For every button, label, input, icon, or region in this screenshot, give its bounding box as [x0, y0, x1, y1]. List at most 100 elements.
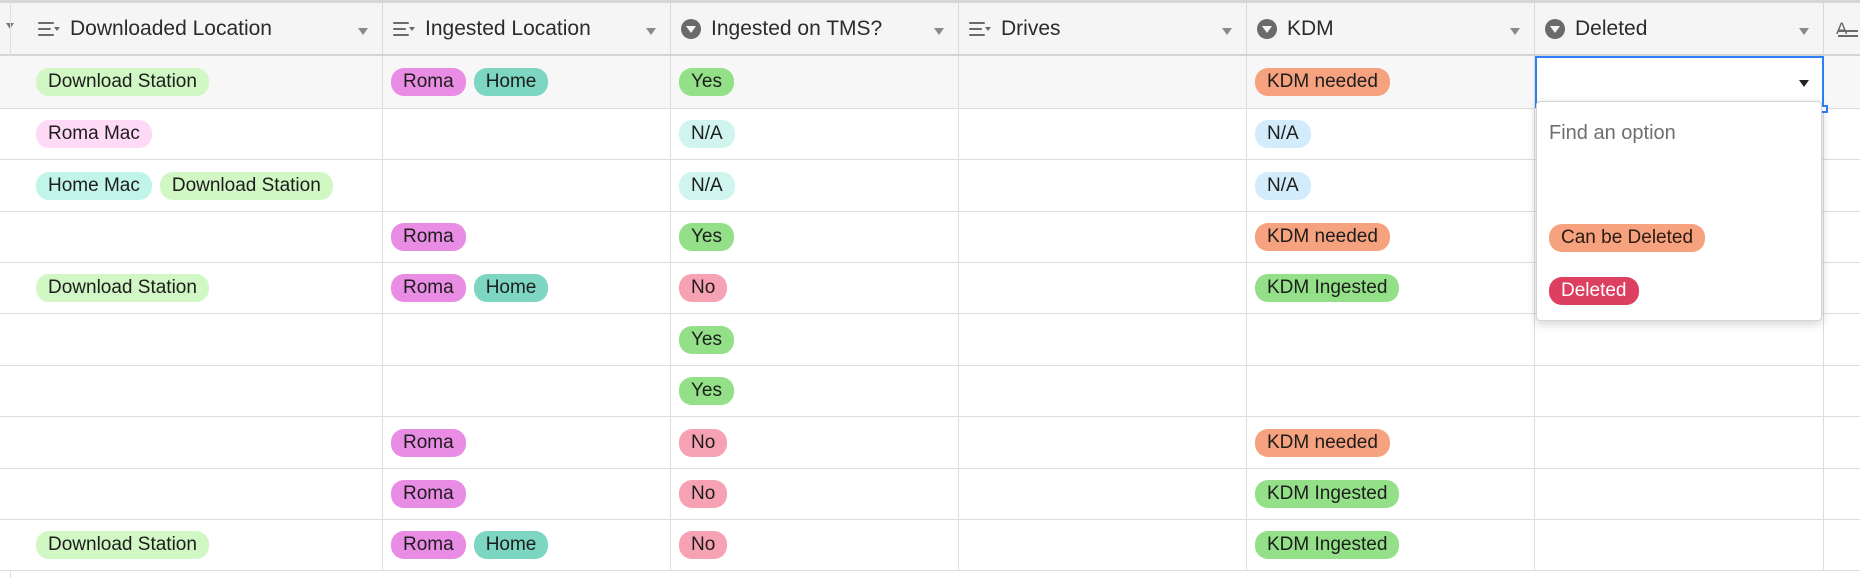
cell-ingested-location[interactable]: [383, 109, 671, 159]
cell-drives[interactable]: [959, 109, 1247, 159]
cell-kdm[interactable]: N/A: [1247, 160, 1535, 211]
option-deleted[interactable]: Deleted: [1549, 277, 1639, 305]
cell-next[interactable]: [1824, 263, 1860, 313]
option-chip: Roma: [391, 480, 466, 508]
cell-next[interactable]: [1824, 109, 1860, 159]
cell-drives[interactable]: [959, 263, 1247, 313]
table-row[interactable]: Yes: [0, 366, 1860, 417]
cell-deleted[interactable]: [1535, 469, 1824, 519]
cell-ingested-on-tms[interactable]: No: [671, 469, 959, 519]
cell-kdm[interactable]: KDM needed: [1247, 212, 1535, 262]
column-menu-caret-icon[interactable]: [1799, 28, 1809, 35]
dropdown-caret-icon[interactable]: [1799, 80, 1809, 87]
cell-downloaded-location[interactable]: Download Station: [28, 56, 383, 108]
table-row[interactable]: Roma No KDM Ingested: [0, 469, 1860, 520]
column-header-kdm[interactable]: KDM: [1247, 3, 1535, 54]
cell-deleted[interactable]: [1535, 314, 1824, 365]
option-can-be-deleted[interactable]: Can be Deleted: [1549, 224, 1706, 252]
multi-select-icon: [393, 19, 415, 39]
table-row[interactable]: Download Station Roma Home No KDM Ingested: [0, 520, 1860, 571]
column-menu-caret-icon[interactable]: [358, 28, 368, 35]
cell-downloaded-location[interactable]: [28, 366, 383, 416]
cell-deleted[interactable]: [1535, 417, 1824, 468]
cell-drives[interactable]: [959, 469, 1247, 519]
cell-downloaded-location[interactable]: [28, 417, 383, 468]
column-header-label: Downloaded Location: [70, 16, 272, 40]
cell-downloaded-location[interactable]: Download Station: [28, 263, 383, 313]
cell-ingested-on-tms[interactable]: N/A: [671, 109, 959, 159]
cell-next[interactable]: [1824, 212, 1860, 262]
cell-kdm[interactable]: KDM Ingested: [1247, 263, 1535, 313]
single-select-icon: [1257, 18, 1277, 39]
table-row[interactable]: Yes: [0, 314, 1860, 366]
column-header-drives[interactable]: Drives: [959, 3, 1247, 54]
option-chip: Download Station: [159, 171, 333, 200]
cell-downloaded-location[interactable]: [28, 212, 383, 262]
column-menu-caret-icon[interactable]: [1222, 28, 1232, 35]
cell-ingested-location[interactable]: Roma: [383, 469, 671, 519]
cell-next[interactable]: [1824, 56, 1860, 108]
cell-drives[interactable]: [959, 520, 1247, 570]
row-header-stub: [0, 3, 28, 54]
column-header-ingested-on-tms[interactable]: Ingested on TMS?: [671, 3, 959, 54]
cell-drives[interactable]: [959, 160, 1247, 211]
column-header-downloaded-location[interactable]: Downloaded Location: [28, 3, 383, 54]
cell-ingested-on-tms[interactable]: Yes: [671, 314, 959, 365]
cell-ingested-location[interactable]: Roma Home: [383, 56, 671, 108]
cell-kdm[interactable]: KDM needed: [1247, 56, 1535, 108]
cell-downloaded-location[interactable]: Download Station: [28, 520, 383, 570]
option-chip: KDM needed: [1255, 68, 1390, 96]
cell-downloaded-location[interactable]: [28, 469, 383, 519]
cell-ingested-on-tms[interactable]: No: [671, 417, 959, 468]
cell-kdm[interactable]: [1247, 366, 1535, 416]
cell-ingested-on-tms[interactable]: Yes: [671, 366, 959, 416]
cell-drives[interactable]: [959, 366, 1247, 416]
column-header-ingested-location[interactable]: Ingested Location: [383, 3, 671, 54]
cell-ingested-location[interactable]: Roma Home: [383, 263, 671, 313]
cell-drives[interactable]: [959, 417, 1247, 468]
cell-deleted[interactable]: [1535, 520, 1824, 570]
cell-deleted[interactable]: [1535, 366, 1824, 416]
cell-ingested-on-tms[interactable]: N/A: [671, 160, 959, 211]
cell-next[interactable]: [1824, 520, 1860, 570]
cell-downloaded-location[interactable]: Roma Mac: [28, 109, 383, 159]
cell-downloaded-location[interactable]: [28, 314, 383, 365]
table-row[interactable]: Roma No KDM needed: [0, 417, 1860, 469]
cell-kdm[interactable]: N/A: [1247, 109, 1535, 159]
option-chip: No: [679, 531, 728, 559]
column-menu-caret-icon[interactable]: [1510, 28, 1520, 35]
cell-ingested-on-tms[interactable]: Yes: [671, 212, 959, 262]
cell-ingested-location[interactable]: [383, 366, 671, 416]
find-option-input[interactable]: [1549, 116, 1799, 150]
cell-ingested-on-tms[interactable]: No: [671, 263, 959, 313]
cell-next[interactable]: [1824, 160, 1860, 211]
column-menu-caret-icon[interactable]: [646, 28, 656, 35]
cell-ingested-on-tms[interactable]: No: [671, 520, 959, 570]
cell-kdm[interactable]: KDM Ingested: [1247, 520, 1535, 570]
cell-next[interactable]: [1824, 366, 1860, 416]
cell-ingested-location[interactable]: [383, 160, 671, 211]
cell-kdm[interactable]: KDM needed: [1247, 417, 1535, 468]
cell-kdm[interactable]: KDM Ingested: [1247, 469, 1535, 519]
cell-next[interactable]: [1824, 417, 1860, 468]
cell-kdm[interactable]: [1247, 314, 1535, 365]
cell-ingested-location[interactable]: Roma: [383, 417, 671, 468]
cell-ingested-location[interactable]: Roma Home: [383, 520, 671, 570]
cell-drives[interactable]: [959, 212, 1247, 262]
cell-ingested-location[interactable]: Roma: [383, 212, 671, 262]
column-header-deleted[interactable]: Deleted: [1535, 3, 1824, 54]
column-header-next[interactable]: A: [1824, 3, 1860, 54]
column-menu-caret-icon[interactable]: [934, 28, 944, 35]
cell-ingested-on-tms[interactable]: Yes: [671, 56, 959, 108]
cell-downloaded-location[interactable]: Home Mac Download Station: [28, 160, 383, 211]
cell-next[interactable]: [1824, 314, 1860, 365]
cell-drives[interactable]: [959, 56, 1247, 108]
option-chip: No: [679, 480, 728, 508]
cell-drives[interactable]: [959, 314, 1247, 365]
option-chip: Roma: [391, 274, 466, 302]
cell-next[interactable]: [1824, 469, 1860, 519]
option-chip: Yes: [679, 223, 734, 251]
option-chip: Download Station: [36, 68, 209, 96]
option-chip: Yes: [679, 377, 734, 405]
cell-ingested-location[interactable]: [383, 314, 671, 365]
